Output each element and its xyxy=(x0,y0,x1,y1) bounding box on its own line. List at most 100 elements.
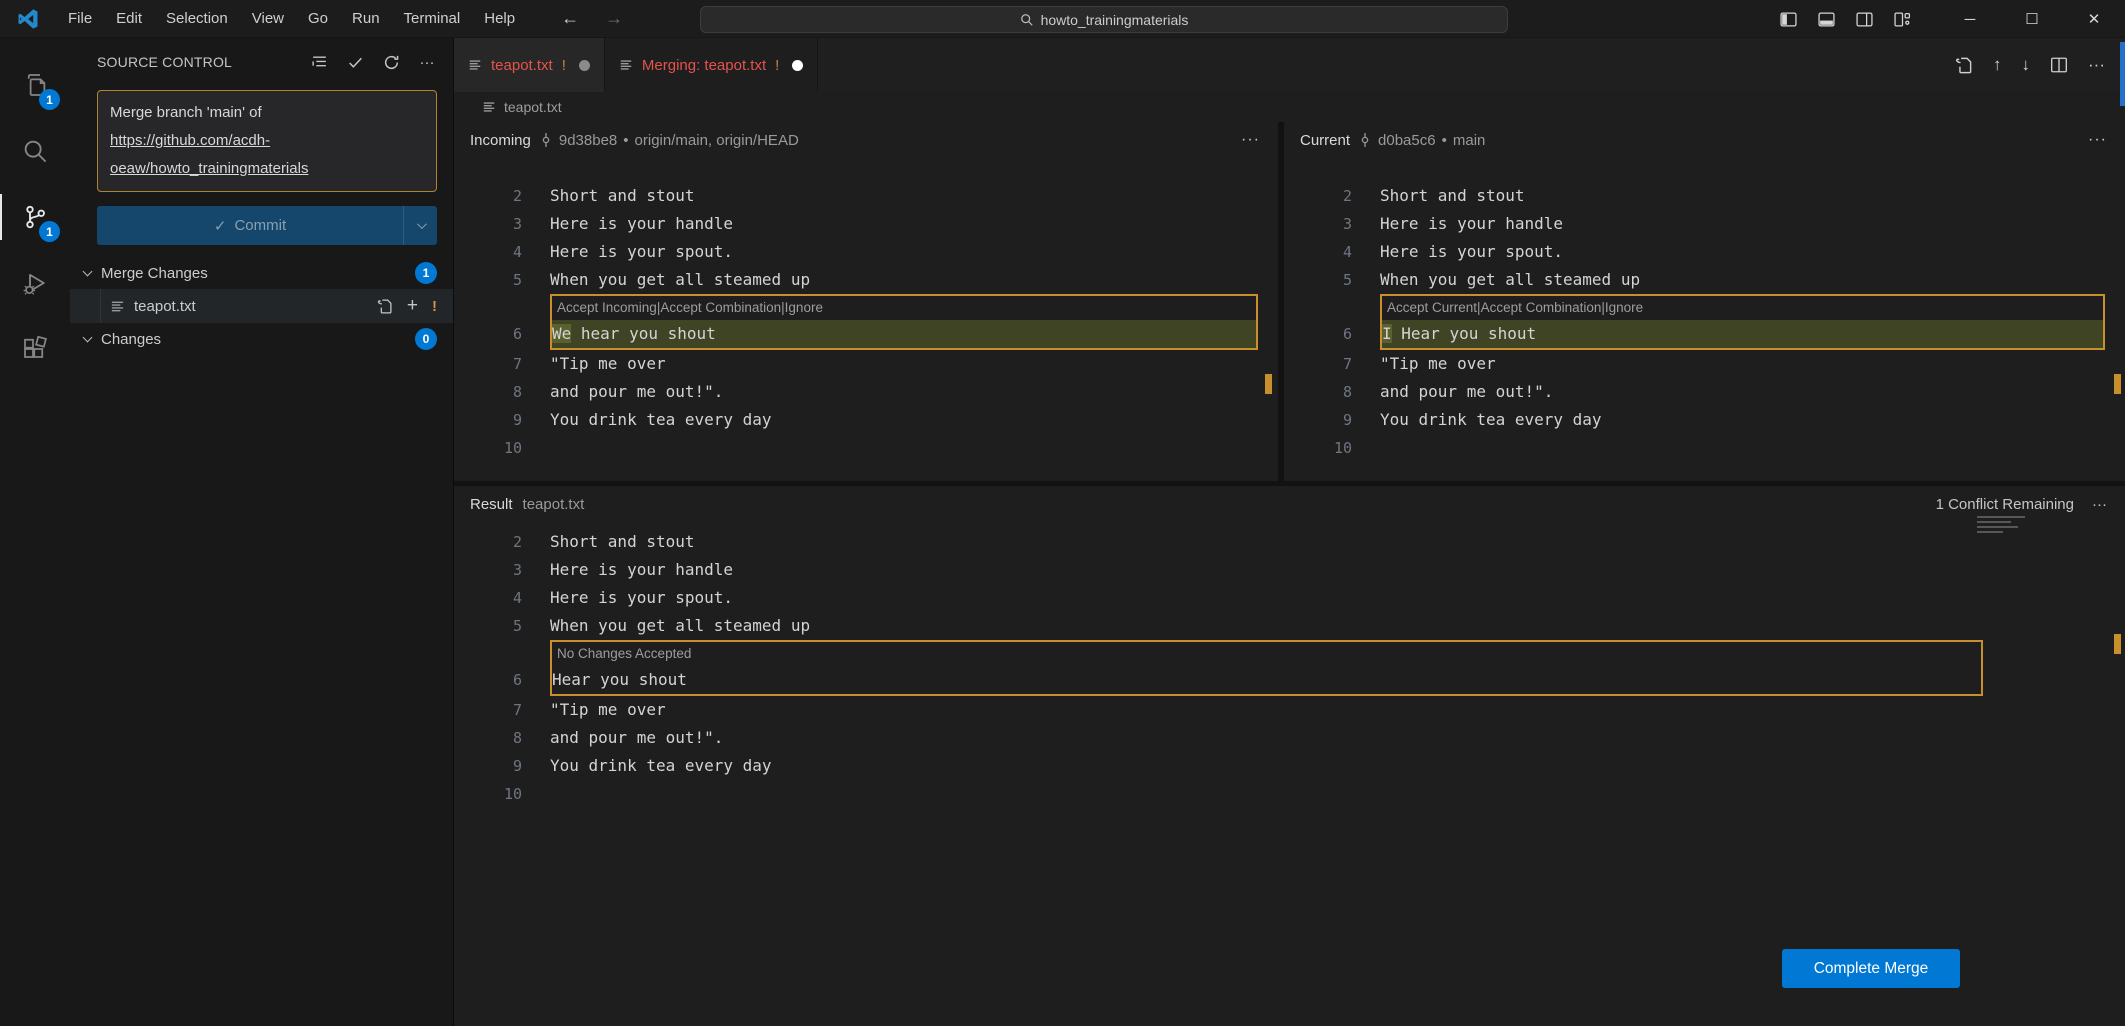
toggle-sidebar-icon[interactable] xyxy=(1773,4,1803,34)
code-line[interactable]: 3Here is your handle xyxy=(1284,210,2125,238)
refresh-icon[interactable] xyxy=(379,50,403,74)
accept-current-link[interactable]: Accept Current xyxy=(1387,296,1477,320)
menu-selection[interactable]: Selection xyxy=(154,0,240,38)
search-view-icon[interactable] xyxy=(0,118,70,184)
commit-check-icon[interactable] xyxy=(343,50,367,74)
source-control-view-icon[interactable]: 1 xyxy=(0,184,70,250)
current-conflict-line[interactable]: I Hear you shout xyxy=(1382,320,2103,348)
stage-changes-icon[interactable]: + xyxy=(407,295,418,317)
accept-incoming-link[interactable]: Accept Incoming xyxy=(557,296,657,320)
open-changes-icon[interactable] xyxy=(1954,56,1973,75)
code-line[interactable]: 9You drink tea every day xyxy=(454,752,2125,780)
minimap xyxy=(1977,516,2025,544)
line-number: 4 xyxy=(1284,238,1380,266)
menu-go[interactable]: Go xyxy=(296,0,340,38)
split-editor-icon[interactable] xyxy=(2050,56,2068,74)
menu-help[interactable]: Help xyxy=(472,0,527,38)
code-line[interactable]: 5When you get all steamed up xyxy=(1284,266,2125,294)
line-number: 10 xyxy=(1284,434,1380,462)
code-line[interactable]: 2Short and stout xyxy=(454,528,2125,556)
code-line[interactable]: 2Short and stout xyxy=(454,182,1278,210)
code-line[interactable]: 10 xyxy=(454,780,2125,808)
incoming-pane: Incoming 9d38be8 • origin/main, origin/H… xyxy=(454,122,1284,481)
line-text: You drink tea every day xyxy=(550,752,772,780)
code-line[interactable]: 10 xyxy=(454,434,1278,462)
menu-edit[interactable]: Edit xyxy=(104,0,154,38)
extensions-icon[interactable] xyxy=(0,316,70,382)
nav-back-icon[interactable]: ← xyxy=(553,8,587,29)
run-debug-icon[interactable] xyxy=(0,250,70,316)
code-line[interactable]: 4Here is your spout. xyxy=(1284,238,2125,266)
window-maximize-button[interactable]: ☐ xyxy=(2001,0,2063,38)
ignore-link[interactable]: Ignore xyxy=(1605,296,1643,320)
incoming-pane-header: Incoming 9d38be8 • origin/main, origin/H… xyxy=(454,122,1278,158)
result-conflict: 6 No Changes Accepted Hear you shout xyxy=(454,640,2125,696)
customize-layout-icon[interactable] xyxy=(1887,4,1917,34)
commit-dropdown-button[interactable] xyxy=(403,206,437,245)
code-line[interactable]: 3Here is your handle xyxy=(454,556,2125,584)
line-text: Short and stout xyxy=(550,182,695,210)
code-line[interactable]: 4Here is your spout. xyxy=(454,238,1278,266)
scm-file-teapot[interactable]: teapot.txt + ! xyxy=(70,289,453,323)
menu-file[interactable]: File xyxy=(56,0,104,38)
code-line[interactable]: 7"Tip me over xyxy=(454,696,2125,724)
code-line[interactable]: 3Here is your handle xyxy=(454,210,1278,238)
menu-terminal[interactable]: Terminal xyxy=(392,0,473,38)
code-line[interactable]: 9You drink tea every day xyxy=(1284,406,2125,434)
tab-modified-dot[interactable] xyxy=(579,60,590,71)
merge-changes-section[interactable]: Merge Changes 1 xyxy=(70,257,453,289)
toggle-panel-icon[interactable] xyxy=(1811,4,1841,34)
code-line[interactable]: 8and pour me out!". xyxy=(454,378,1278,406)
toggle-secondary-sidebar-icon[interactable] xyxy=(1849,4,1879,34)
more-actions-icon[interactable]: ··· xyxy=(1241,131,1260,149)
commit-button[interactable]: ✓ Commit xyxy=(97,206,437,245)
result-conflict-line[interactable]: Hear you shout xyxy=(552,666,1981,694)
changes-section[interactable]: Changes 0 xyxy=(70,323,453,355)
code-line[interactable]: 4Here is your spout. xyxy=(454,584,2125,612)
more-actions-icon[interactable]: ··· xyxy=(2092,496,2107,513)
menu-run[interactable]: Run xyxy=(340,0,392,38)
incoming-refs: origin/main, origin/HEAD xyxy=(635,132,799,149)
complete-merge-button[interactable]: Complete Merge xyxy=(1782,949,1960,988)
source-control-sidebar: SOURCE CONTROL ··· Merge branch 'main' o… xyxy=(70,38,454,1026)
line-number: 9 xyxy=(454,406,550,434)
breadcrumb[interactable]: teapot.txt xyxy=(454,92,2125,122)
window-minimize-button[interactable]: ─ xyxy=(1939,0,2001,38)
explorer-icon[interactable]: 1 xyxy=(0,52,70,118)
code-line[interactable]: 8and pour me out!". xyxy=(454,724,2125,752)
accept-combination-link[interactable]: Accept Combination xyxy=(1481,296,1602,320)
menu-view[interactable]: View xyxy=(240,0,296,38)
view-as-tree-icon[interactable] xyxy=(307,50,331,74)
command-center-search[interactable]: howto_trainingmaterials xyxy=(700,6,1508,33)
nav-forward-icon[interactable]: → xyxy=(597,8,631,29)
open-file-icon[interactable] xyxy=(376,298,393,315)
result-code-after: 7"Tip me over8and pour me out!".9You dri… xyxy=(454,696,2125,808)
code-line[interactable]: 9You drink tea every day xyxy=(454,406,1278,434)
code-line[interactable]: 5When you get all steamed up xyxy=(454,266,1278,294)
code-line[interactable]: 7"Tip me over xyxy=(1284,350,2125,378)
conflict-overview-marker xyxy=(1265,374,1272,394)
more-actions-icon[interactable]: ··· xyxy=(415,50,439,74)
line-number: 9 xyxy=(454,752,550,780)
code-line[interactable]: 7"Tip me over xyxy=(454,350,1278,378)
code-line[interactable]: 8and pour me out!". xyxy=(1284,378,2125,406)
current-conflict: 6 Accept Current | Accept Combination | … xyxy=(1284,294,2125,350)
tab-modified-dot[interactable] xyxy=(792,60,803,71)
code-line[interactable]: 10 xyxy=(1284,434,2125,462)
incoming-conflict-line[interactable]: We hear you shout xyxy=(552,320,1256,348)
ignore-link[interactable]: Ignore xyxy=(785,296,823,320)
more-actions-icon[interactable]: ··· xyxy=(2088,55,2105,75)
tab-teapot[interactable]: teapot.txt ! xyxy=(454,38,605,92)
window-close-button[interactable]: ✕ xyxy=(2063,0,2125,38)
next-conflict-icon[interactable]: ↓ xyxy=(2022,55,2031,75)
previous-conflict-icon[interactable]: ↑ xyxy=(1993,55,2002,75)
accept-combination-link[interactable]: Accept Combination xyxy=(660,296,781,320)
merge-changes-label: Merge Changes xyxy=(101,265,415,282)
code-line[interactable]: 2Short and stout xyxy=(1284,182,2125,210)
line-text: Short and stout xyxy=(1380,182,1525,210)
commit-message-input[interactable]: Merge branch 'main' of https://github.co… xyxy=(97,90,437,192)
tab-merging-teapot[interactable]: Merging: teapot.txt ! xyxy=(605,38,818,92)
more-actions-icon[interactable]: ··· xyxy=(2088,131,2107,149)
line-number: 3 xyxy=(454,556,550,584)
code-line[interactable]: 5When you get all steamed up xyxy=(454,612,2125,640)
